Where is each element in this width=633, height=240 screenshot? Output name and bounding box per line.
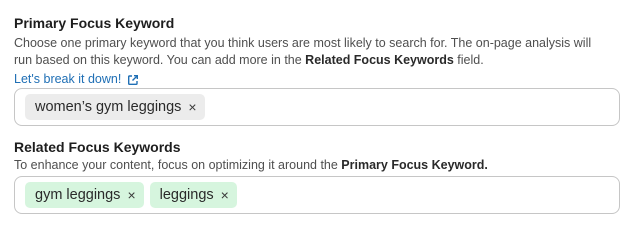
break-it-down-link[interactable]: Let's break it down! [14,71,139,88]
primary-help-line2-suffix: field. [453,53,484,67]
keyword-chip: gym leggings × [25,182,144,208]
related-focus-keywords-section: Related Focus Keywords To enhance your c… [14,138,620,214]
primary-focus-keyword-ref: Primary Focus Keyword. [341,158,488,172]
keyword-chip-text: leggings [159,187,214,203]
primary-help-line1: Choose one primary keyword that you thin… [14,36,592,50]
primary-focus-keyword-label: Primary Focus Keyword [14,15,175,31]
primary-focus-keyword-help: Choose one primary keyword that you thin… [14,35,620,69]
keyword-chip-text: gym leggings [35,187,121,203]
primary-help-line2-prefix: run based on this keyword. You can add m… [14,53,306,67]
related-help-prefix: To enhance your content, focus on optimi… [14,158,342,172]
remove-chip-icon[interactable]: × [127,188,135,202]
keyword-chip: women’s gym leggings × [25,94,205,120]
remove-chip-icon[interactable]: × [188,100,196,114]
related-focus-keywords-input[interactable]: gym leggings × leggings × [14,176,620,214]
remove-chip-icon[interactable]: × [221,188,229,202]
keyword-chip-text: women’s gym leggings [35,99,182,115]
primary-focus-keyword-section: Primary Focus Keyword Choose one primary… [14,14,620,126]
external-link-icon [127,74,139,86]
break-it-down-link-text: Let's break it down! [14,72,122,86]
primary-focus-keyword-input[interactable]: women’s gym leggings × [14,88,620,126]
related-focus-keywords-ref: Related Focus Keywords [305,53,454,67]
related-focus-keywords-help: To enhance your content, focus on optimi… [14,157,620,174]
keyword-chip: leggings × [149,182,237,208]
related-focus-keywords-label: Related Focus Keywords [14,139,181,155]
